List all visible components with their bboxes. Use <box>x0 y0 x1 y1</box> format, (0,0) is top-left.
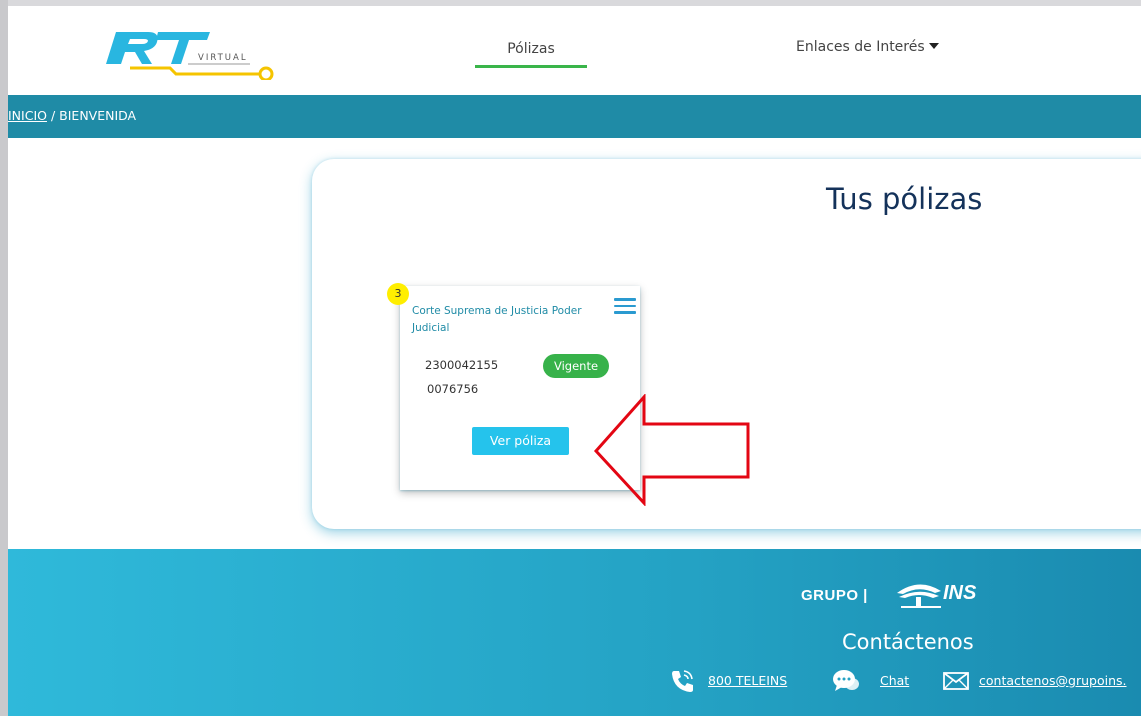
policy-name: Corte Suprema de Justicia Poder Judicial <box>412 305 582 334</box>
page-title: Tus pólizas <box>826 182 983 216</box>
site-header: VIRTUAL Pólizas Enlaces de Interés <box>8 6 1141 95</box>
phone-icon <box>672 670 693 692</box>
policy-number: 2300042155 <box>425 358 499 372</box>
breadcrumb-separator: / <box>46 108 60 123</box>
page: VIRTUAL Pólizas Enlaces de Interés INICI… <box>8 6 1141 716</box>
brand-ins: INS <box>943 582 977 604</box>
brand-grupo: GRUPO | <box>801 587 868 604</box>
tree-icon <box>897 584 941 608</box>
nav-polizas-tab[interactable]: Pólizas <box>475 41 587 68</box>
left-edge <box>0 0 8 716</box>
email-icon <box>943 672 969 690</box>
phone-link[interactable]: 800 TELEINS <box>708 673 787 688</box>
breadcrumb-current: BIENVENIDA <box>59 108 137 123</box>
logo-graphic <box>106 32 274 80</box>
breadcrumb-home-link[interactable]: INICIO <box>8 108 47 123</box>
logo-subtext: VIRTUAL <box>198 53 248 63</box>
breadcrumb-bar: INICIO / BIENVENIDA <box>8 95 1141 138</box>
menu-icon[interactable] <box>614 298 636 314</box>
chat-icon <box>833 670 859 691</box>
annotation-arrow <box>593 394 750 506</box>
caret-down-icon <box>928 43 939 49</box>
email-link[interactable]: contactenos@grupoins. <box>979 673 1127 688</box>
status-badge: Vigente <box>543 354 609 378</box>
nav-enlaces-dropdown[interactable]: Enlaces de Interés <box>796 39 939 55</box>
breadcrumb: INICIO / BIENVENIDA <box>8 108 136 123</box>
rt-virtual-logo[interactable]: VIRTUAL <box>100 20 280 80</box>
site-footer: GRUPO | INS Contáctenos 800 TELEINS Chat… <box>8 549 1141 716</box>
ver-poliza-button[interactable]: Ver póliza <box>472 427 569 455</box>
nav-enlaces-label: Enlaces de Interés <box>796 39 925 55</box>
contact-title: Contáctenos <box>842 630 974 654</box>
chat-link[interactable]: Chat <box>880 673 909 688</box>
policy-number-suffix: 0076756 <box>427 382 479 396</box>
policy-count-badge: 3 <box>387 283 409 305</box>
grupo-ins-logo: GRUPO | INS <box>801 579 1041 609</box>
